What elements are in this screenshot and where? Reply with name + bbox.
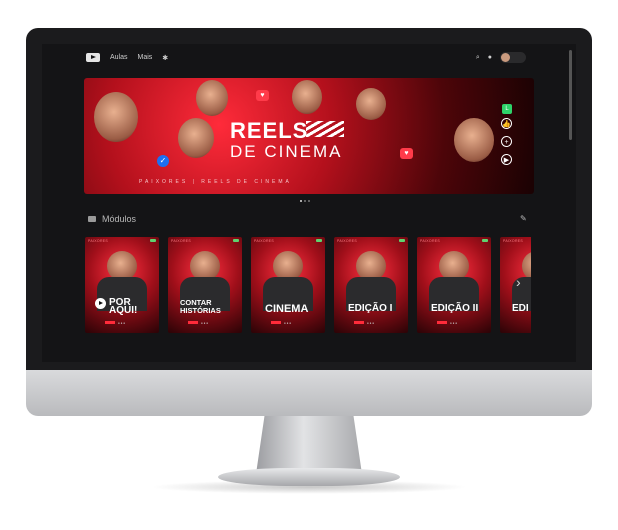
bell-icon[interactable]: ●	[488, 54, 492, 61]
card-tag: PAIXORES	[254, 239, 275, 243]
card-badge	[482, 239, 488, 242]
card-tag: PAIXORES	[88, 239, 109, 243]
gear-icon[interactable]: ✱	[162, 54, 168, 62]
monitor-chin	[26, 370, 592, 416]
module-carousel: PAIXORES POR AQUI! ● ● ● PAIXORES CONTAR…	[85, 237, 531, 333]
module-card[interactable]: PAIXORES CONTAR HISTÓRIAS ● ● ●	[168, 237, 242, 333]
module-card[interactable]: PAIXORES EDIÇÃO I ● ● ●	[334, 237, 408, 333]
card-progress	[188, 321, 198, 324]
nav-right: ⌕ ●	[476, 52, 526, 63]
banner-title-line2: DE CINEMA	[230, 142, 343, 161]
card-title: EDI	[512, 303, 529, 314]
card-meta: ● ● ●	[367, 321, 375, 325]
scrollbar[interactable]	[569, 50, 572, 140]
person-photo	[292, 80, 322, 114]
add-icon[interactable]: +	[501, 136, 512, 147]
card-meta: ● ● ●	[201, 321, 209, 325]
card-badge	[150, 239, 156, 242]
person-photo	[94, 92, 138, 142]
top-nav: Aulas Mais ✱	[86, 53, 168, 62]
heart-icon: ♥	[400, 148, 413, 159]
carousel-dots[interactable]	[300, 200, 310, 202]
card-progress	[354, 321, 364, 324]
modules-title: Módulos	[102, 214, 137, 224]
heart-icon: ♥	[256, 90, 269, 101]
person-photo	[454, 118, 494, 162]
avatar[interactable]	[500, 52, 526, 63]
modules-header: Módulos	[88, 214, 136, 224]
edit-icon[interactable]: ✎	[520, 214, 527, 223]
card-title: CONTAR HISTÓRIAS	[180, 298, 221, 315]
live-badge: L	[502, 104, 512, 114]
card-badge	[233, 239, 239, 242]
card-title: POR AQUI!	[109, 297, 138, 316]
card-progress	[271, 321, 281, 324]
search-icon[interactable]: ⌕	[476, 54, 480, 62]
nav-link-mais[interactable]: Mais	[138, 54, 153, 61]
card-title: CINEMA	[265, 303, 309, 315]
person-photo	[196, 80, 228, 116]
play-icon[interactable]: ▶	[501, 154, 512, 165]
module-card[interactable]: PAIXORES EDIÇÃO II ● ● ●	[417, 237, 491, 333]
card-title: EDIÇÃO I	[348, 303, 393, 314]
card-tag: PAIXORES	[337, 239, 358, 243]
screen: Aulas Mais ✱ ⌕ ● REELS DE CINEMA PAIXORE…	[42, 44, 576, 362]
card-meta: ● ● ●	[118, 321, 126, 325]
nav-link-aulas[interactable]: Aulas	[110, 54, 128, 61]
play-logo-icon[interactable]	[86, 53, 100, 62]
monitor-stand-base	[218, 468, 400, 486]
card-tag: PAIXORES	[420, 239, 441, 243]
card-badge	[399, 239, 405, 242]
person-photo	[178, 118, 214, 158]
card-progress	[437, 321, 447, 324]
person-photo	[356, 88, 386, 120]
like-icon[interactable]: 👍	[501, 118, 512, 129]
folder-icon	[88, 216, 96, 222]
card-progress	[105, 321, 115, 324]
card-meta: ● ● ●	[450, 321, 458, 325]
chevron-right-icon[interactable]: ›	[516, 274, 521, 290]
hero-banner[interactable]: REELS DE CINEMA PAIXORES | REELS DE CINE…	[84, 78, 534, 194]
clapper-stripe	[306, 121, 344, 137]
card-tag: PAIXORES	[171, 239, 192, 243]
banner-title-line1: REELS	[230, 118, 309, 143]
monitor-stand-neck	[256, 416, 362, 474]
module-card[interactable]: PAIXORES POR AQUI! ● ● ●	[85, 237, 159, 333]
card-meta: ● ● ●	[284, 321, 292, 325]
card-badge	[316, 239, 322, 242]
module-card[interactable]: PAIXORES CINEMA ● ● ●	[251, 237, 325, 333]
card-tag: PAIXORES	[503, 239, 524, 243]
card-title: EDIÇÃO II	[431, 303, 479, 314]
banner-subline: PAIXORES | REELS DE CINEMA	[139, 179, 292, 185]
verified-icon: ✓	[157, 155, 169, 167]
